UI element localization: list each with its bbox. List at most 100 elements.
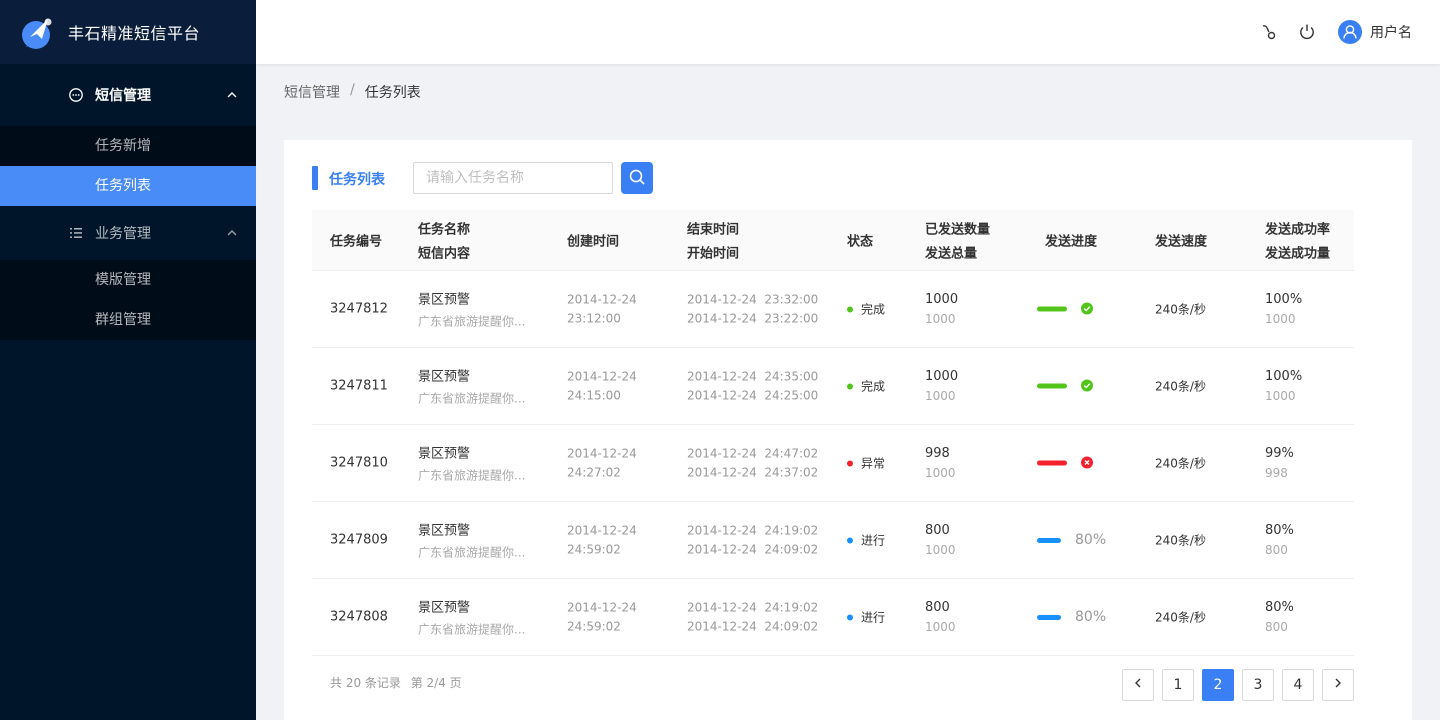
status-dot-icon (847, 383, 853, 389)
page-button-2[interactable]: 2 (1202, 669, 1234, 701)
status-dot-icon (847, 537, 853, 543)
speed-cell: 240条/秒 (1155, 456, 1206, 471)
sidebar-item-task-add[interactable]: 任务新增 (0, 126, 256, 166)
search-input[interactable] (413, 162, 613, 194)
search-button[interactable] (621, 162, 653, 194)
menu-group-label: 业务管理 (95, 226, 151, 242)
check-circle-icon (1081, 302, 1093, 314)
link-icon[interactable] (1258, 22, 1278, 42)
table-row[interactable]: 3247808 景区预警 广东省旅游提醒你... 2014-12-24 24:59:02… (312, 579, 1354, 656)
page-numbers: 1234 (1162, 669, 1314, 701)
progress-bar (1037, 614, 1061, 620)
task-id: 3247809 (330, 532, 388, 548)
check-circle-icon (1081, 379, 1093, 391)
header-created: 创建时间 (567, 234, 620, 250)
sidebar-item-template[interactable]: 模版管理 (0, 260, 256, 300)
sidebar-item-group[interactable]: 群组管理 (0, 300, 256, 340)
progress-bar (1037, 383, 1067, 389)
task-name-cell[interactable]: 景区预警 广东省旅游提醒你... (418, 289, 525, 330)
rate-cell: 99% 998 (1265, 446, 1294, 480)
prev-page-button[interactable] (1122, 669, 1154, 701)
breadcrumb-item-current: 任务列表 (364, 85, 421, 101)
time-range-cell: 2014-12-24 24:19:02 2014-12-24 24:09:02 (687, 523, 819, 557)
time-range-cell: 2014-12-24 24:19:02 2014-12-24 24:09:02 (687, 600, 819, 634)
page-button-3[interactable]: 3 (1242, 669, 1274, 701)
time-range-cell: 2014-12-24 24:47:02 2014-12-24 24:37:02 (687, 446, 819, 480)
submenu-sms: 任务新增 任务列表 (0, 126, 256, 206)
task-name-cell[interactable]: 景区预警 广东省旅游提醒你... (418, 366, 525, 407)
progress-percent: 80% (1075, 609, 1107, 625)
task-id: 3247812 (330, 301, 388, 317)
table-row[interactable]: 3247812 景区预警 广东省旅游提醒你... 2014-12-24 23:12:00… (312, 271, 1354, 348)
header-speed: 发送速度 (1155, 234, 1208, 250)
chevron-up-icon (226, 89, 238, 101)
task-id: 3247810 (330, 455, 388, 471)
menu-group-business[interactable]: 业务管理 (0, 206, 256, 260)
created-time-cell: 2014-12-24 23:12:00 (567, 292, 637, 326)
message-icon (68, 87, 84, 103)
avatar[interactable] (1338, 20, 1362, 44)
sidebar-item-task-list[interactable]: 任务列表 (0, 166, 256, 206)
chevron-left-icon (1132, 677, 1144, 693)
chevron-up-icon (226, 227, 238, 239)
status-dot-icon (847, 306, 853, 312)
status-badge: 完成 (847, 378, 885, 395)
page-button-1[interactable]: 1 (1162, 669, 1194, 701)
status-badge: 完成 (847, 301, 885, 318)
brand[interactable]: 丰石精准短信平台 (0, 0, 256, 64)
sidebar: 丰石精准短信平台 短信管理 任务新增 任务列表 业务管理 模版管理 群组管理 (0, 0, 256, 720)
count-cell: 800 1000 (925, 523, 956, 557)
user-name[interactable]: 用户名 (1370, 22, 1412, 42)
rate-cell: 100% 1000 (1265, 292, 1303, 326)
header-rate: 发送成功率 发送成功量 (1265, 222, 1331, 262)
task-table: 任务编号 任务名称 短信内容 创建时间 结束时间 开始时间 状态 已发送数量 发送总量… (312, 210, 1354, 656)
task-name-cell[interactable]: 景区预警 广东省旅游提醒你... (418, 443, 525, 484)
logo-icon (18, 13, 56, 51)
task-id: 3247808 (330, 609, 388, 625)
progress-bar (1037, 460, 1067, 466)
speed-cell: 240条/秒 (1155, 379, 1206, 394)
status-badge: 进行 (847, 609, 885, 626)
menu-group-label: 短信管理 (95, 88, 151, 104)
status-badge: 异常 (847, 455, 885, 472)
speed-cell: 240条/秒 (1155, 302, 1206, 317)
total-records: 共 20 条记录 (330, 676, 401, 690)
progress-percent: 80% (1075, 532, 1107, 548)
created-time-cell: 2014-12-24 24:27:02 (567, 446, 637, 480)
close-circle-icon (1081, 456, 1093, 468)
task-list-card: 任务列表 任务编号 任务名称短信内容 创建时间 结束时间开始时间 状态 已发送数… (284, 140, 1412, 720)
header-progress: 发送进度 (1045, 234, 1098, 250)
header-name: 任务名称 短信内容 (418, 222, 471, 262)
breadcrumb: 短信管理 / 任务列表 (284, 82, 421, 102)
status-dot-icon (847, 460, 853, 466)
created-time-cell: 2014-12-24 24:59:02 (567, 600, 637, 634)
time-range-cell: 2014-12-24 23:32:00 2014-12-24 23:22:00 (687, 292, 819, 326)
breadcrumb-separator: / (350, 82, 355, 98)
chevron-right-icon (1332, 677, 1344, 693)
table-row[interactable]: 3247809 景区预警 广东省旅游提醒你... 2014-12-24 24:59:02… (312, 502, 1354, 579)
breadcrumb-item-sms[interactable]: 短信管理 (284, 82, 340, 102)
task-name-cell[interactable]: 景区预警 广东省旅游提醒你... (418, 597, 525, 638)
table-body: 3247812 景区预警 广东省旅游提醒你... 2014-12-24 23:12:00… (312, 271, 1354, 656)
time-range-cell: 2014-12-24 24:35:00 2014-12-24 24:25:00 (687, 369, 819, 403)
page-info: 第 2/4 页 (410, 676, 462, 690)
speed-cell: 240条/秒 (1155, 533, 1206, 548)
created-time-cell: 2014-12-24 24:15:00 (567, 369, 637, 403)
status-dot-icon (847, 614, 853, 620)
next-page-button[interactable] (1322, 669, 1354, 701)
list-icon (68, 225, 84, 241)
table-row[interactable]: 3247810 景区预警 广东省旅游提醒你... 2014-12-24 24:27:02… (312, 425, 1354, 502)
table-row[interactable]: 3247811 景区预警 广东省旅游提醒你... 2014-12-24 24:15:00… (312, 348, 1354, 425)
progress-cell (1037, 456, 1093, 471)
task-name-cell[interactable]: 景区预警 广东省旅游提醒你... (418, 520, 525, 561)
page-button-4[interactable]: 4 (1282, 669, 1314, 701)
rate-cell: 80% 800 (1265, 600, 1294, 634)
progress-cell (1037, 379, 1093, 394)
progress-cell: 80% (1037, 532, 1106, 548)
header-time: 结束时间 开始时间 (687, 222, 740, 262)
header-id: 任务编号 (330, 234, 383, 250)
menu-group-sms[interactable]: 短信管理 (0, 64, 256, 126)
rate-cell: 100% 1000 (1265, 369, 1303, 403)
power-icon[interactable] (1297, 22, 1317, 42)
progress-cell (1037, 302, 1093, 317)
